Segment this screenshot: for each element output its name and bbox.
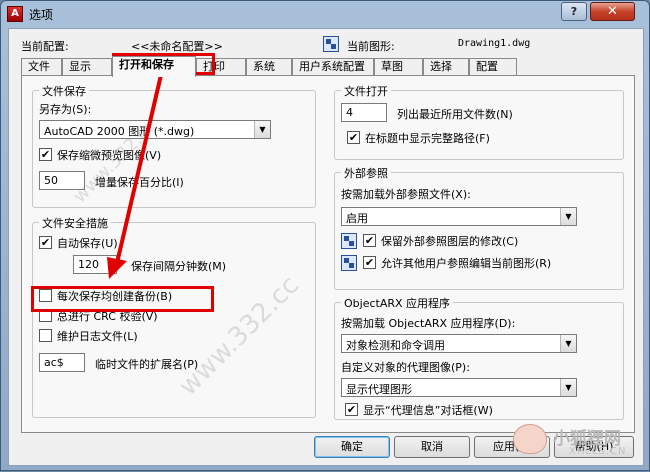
save-as-label: 另存为(S): — [39, 103, 92, 116]
tab-profiles[interactable]: 配置 — [469, 58, 517, 76]
fullpath-label: 在标题中显示完整路径(F) — [365, 132, 490, 145]
xref-edit-icon — [341, 255, 357, 271]
temp-extension-label: 临时文件的扩展名(P) — [95, 358, 199, 371]
fox-logo-icon — [513, 424, 547, 454]
tab-drafting[interactable]: 草图 — [374, 58, 423, 76]
autosave-checkbox[interactable]: ✔ — [39, 236, 52, 249]
proxy-info-label: 显示“代理信息”对话框(W) — [363, 404, 493, 417]
title-bar[interactable]: A 选项 ? ✕ — [1, 1, 649, 27]
file-safety-legend: 文件安全措施 — [39, 215, 111, 231]
xref-layer-icon — [341, 233, 357, 249]
proxy-images-value: 显示代理图形 — [346, 383, 412, 396]
dialog-client: 当前配置: <<未命名配置>> 当前图形: Drawing1.dwg 文件 显示… — [8, 28, 644, 466]
log-label: 维护日志文件(L) — [57, 330, 138, 343]
xref-demand-value: 启用 — [346, 212, 368, 225]
autosave-minutes-input[interactable]: 120 — [73, 255, 117, 274]
open-save-panel: 文件保存 另存为(S): AutoCAD 2000 图形 (*.dwg) ▼ ✔… — [21, 75, 635, 433]
xref-group: 外部参照 按需加载外部参照文件(X): 启用 ▼ ✔ 保留外部参照图层的修改(C… — [334, 165, 624, 290]
ok-button[interactable]: 确定 — [314, 436, 390, 458]
file-open-legend: 文件打开 — [341, 83, 391, 99]
xref-demand-label: 按需加载外部参照文件(X): — [341, 188, 471, 201]
help-icon[interactable]: ? — [561, 2, 587, 21]
tab-open-and-save[interactable]: 打开和保存 — [112, 56, 196, 77]
tab-files[interactable]: 文件 — [21, 58, 62, 76]
fullpath-checkbox[interactable]: ✔ — [347, 131, 360, 144]
save-as-value: AutoCAD 2000 图形 (*.dwg) — [44, 125, 195, 138]
current-drawing-value: Drawing1.dwg — [458, 38, 531, 49]
xref-allow-label: 允许其他用户参照编辑当前图形(R) — [381, 257, 552, 270]
tab-selection[interactable]: 选择 — [423, 58, 469, 76]
log-checkbox[interactable] — [39, 329, 52, 342]
xref-demand-dropdown[interactable]: 启用 ▼ — [341, 207, 577, 226]
recent-files-input[interactable]: 4 — [341, 103, 387, 122]
autocad-app-icon: A — [7, 6, 23, 22]
xref-allow-checkbox[interactable]: ✔ — [363, 256, 376, 269]
file-safety-group: 文件安全措施 ✔ 自动保存(U) 120 保存间隔分钟数(M) 每次保存均创建备… — [32, 215, 316, 418]
annotation-box-backup — [31, 286, 214, 312]
current-drawing-label: 当前图形: — [347, 40, 395, 53]
incremental-save-label: 增量保存百分比(I) — [95, 176, 184, 189]
recent-files-label: 列出最近所用文件数(N) — [397, 108, 513, 121]
chevron-down-icon[interactable]: ▼ — [560, 379, 576, 396]
objectarx-legend: ObjectARX 应用程序 — [341, 295, 454, 311]
file-open-group: 文件打开 4 列出最近所用文件数(N) ✔ 在标题中显示完整路径(F) — [334, 83, 624, 160]
current-profile-label: 当前配置: — [21, 40, 69, 53]
drawing-icon — [323, 36, 339, 52]
xref-retain-label: 保留外部参照图层的修改(C) — [381, 235, 519, 248]
chevron-down-icon[interactable]: ▼ — [254, 121, 270, 138]
autosave-minutes-label: 保存间隔分钟数(M) — [131, 260, 227, 273]
objectarx-demand-label: 按需加载 ObjectARX 应用程序(D): — [341, 317, 516, 330]
proxy-info-checkbox[interactable]: ✔ — [345, 403, 358, 416]
thumbnail-checkbox[interactable]: ✔ — [39, 148, 52, 161]
tab-user-preferences[interactable]: 用户系统配置 — [292, 58, 374, 76]
autosave-label: 自动保存(U) — [57, 237, 118, 250]
tab-system[interactable]: 系统 — [246, 58, 292, 76]
file-save-group: 文件保存 另存为(S): AutoCAD 2000 图形 (*.dwg) ▼ ✔… — [32, 83, 316, 208]
file-save-legend: 文件保存 — [39, 83, 89, 99]
thumbnail-label: 保存缩微预览图像(V) — [57, 149, 162, 162]
cancel-button[interactable]: 取消 — [394, 436, 470, 458]
brand-watermark-domain: XHLLS.CN — [569, 446, 627, 457]
options-dialog: A 选项 ? ✕ 当前配置: <<未命名配置>> 当前图形: Drawing1.… — [0, 0, 650, 471]
save-as-dropdown[interactable]: AutoCAD 2000 图形 (*.dwg) ▼ — [39, 120, 271, 139]
chevron-down-icon[interactable]: ▼ — [560, 335, 576, 352]
xref-retain-checkbox[interactable]: ✔ — [363, 234, 376, 247]
close-button[interactable]: ✕ — [590, 2, 635, 21]
objectarx-group: ObjectARX 应用程序 按需加载 ObjectARX 应用程序(D): 对… — [334, 295, 624, 420]
xref-legend: 外部参照 — [341, 165, 391, 181]
incremental-save-input[interactable]: 50 — [39, 171, 85, 190]
chevron-down-icon[interactable]: ▼ — [560, 208, 576, 225]
objectarx-demand-value: 对象检测和命令调用 — [346, 339, 445, 352]
window-title: 选项 — [29, 8, 54, 22]
current-profile-value: <<未命名配置>> — [131, 40, 223, 53]
proxy-images-label: 自定义对象的代理图像(P): — [341, 361, 470, 374]
proxy-images-dropdown[interactable]: 显示代理图形 ▼ — [341, 378, 577, 397]
tab-display[interactable]: 显示 — [62, 58, 112, 76]
temp-extension-input[interactable]: ac$ — [39, 353, 85, 372]
objectarx-demand-dropdown[interactable]: 对象检测和命令调用 ▼ — [341, 334, 577, 353]
